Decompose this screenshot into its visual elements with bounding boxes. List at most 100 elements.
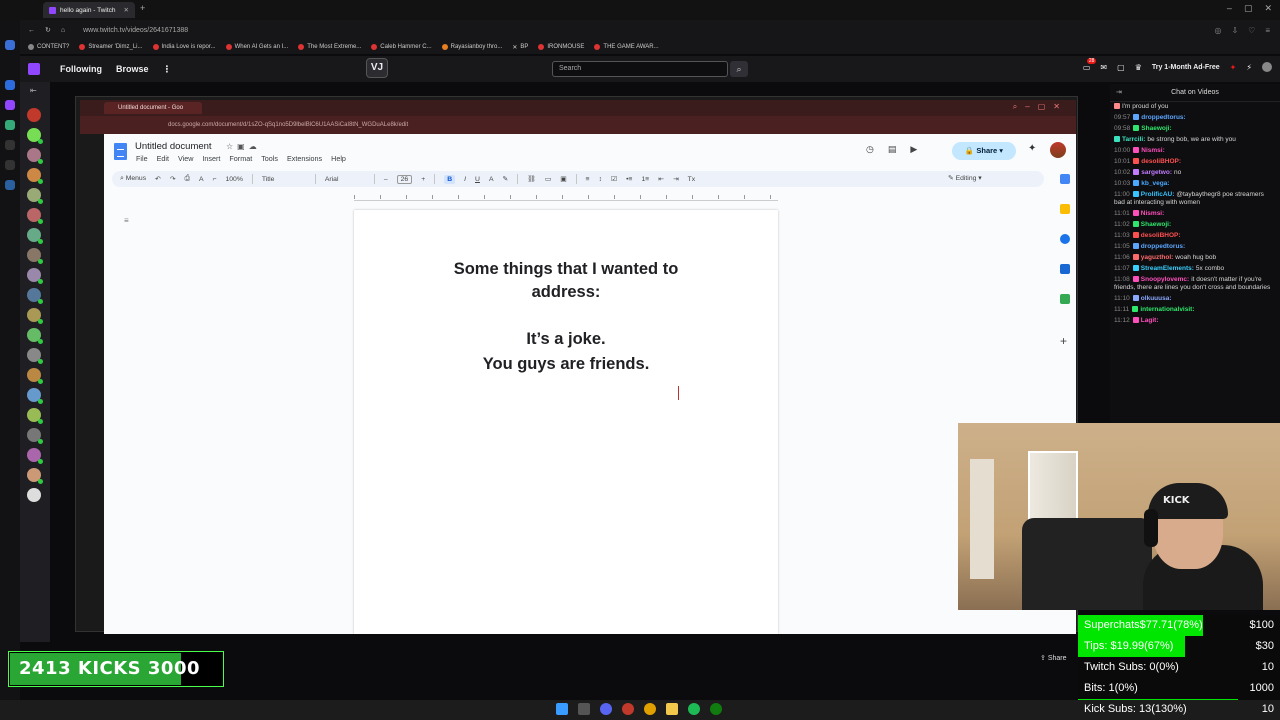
xbox-icon[interactable] xyxy=(710,703,722,715)
history-icon[interactable] xyxy=(5,160,15,170)
channel-avatar[interactable] xyxy=(27,148,43,164)
browser-tab-twitch[interactable]: hello again - Twitch ✕ xyxy=(43,2,135,18)
font-size-input[interactable]: 26 xyxy=(396,174,413,184)
menu-insert[interactable]: Insert xyxy=(202,154,220,163)
numbered-list-icon[interactable]: 1≡ xyxy=(642,176,650,183)
channel-avatar[interactable] xyxy=(27,488,41,502)
align-icon[interactable]: ≡ xyxy=(586,176,590,183)
print-icon[interactable]: ⎙ xyxy=(185,175,190,183)
calendar-icon[interactable] xyxy=(1060,174,1070,184)
twitch-sidebar-icon[interactable] xyxy=(5,100,15,110)
channel-avatar[interactable] xyxy=(27,248,43,264)
chrome-icon[interactable] xyxy=(644,703,656,715)
menu-file[interactable]: File xyxy=(136,154,148,163)
prime-icon[interactable]: ✦ xyxy=(1230,63,1237,72)
keep-icon[interactable] xyxy=(1060,204,1070,214)
highlight-icon[interactable]: ✎ xyxy=(502,175,508,183)
ad-free-button[interactable]: Try 1-Month Ad-Free xyxy=(1152,64,1220,71)
settings-icon[interactable] xyxy=(5,180,15,190)
bookmark-item[interactable]: The Most Extreme... xyxy=(298,44,361,50)
channel-avatar[interactable] xyxy=(27,168,43,184)
chat-username[interactable]: sargetwo: xyxy=(1141,169,1172,176)
clear-format-icon[interactable]: Tx xyxy=(688,176,696,183)
nav-more-icon[interactable]: ⋮ xyxy=(163,64,172,75)
font-size-decrease[interactable]: – xyxy=(384,176,388,183)
channel-avatar[interactable] xyxy=(27,188,43,204)
channel-avatar[interactable] xyxy=(27,468,43,484)
chat-username[interactable]: ProlificAU: xyxy=(1141,191,1175,198)
chat-username[interactable]: Shaewoji: xyxy=(1141,125,1171,132)
bits-icon[interactable]: ⚡ xyxy=(1246,63,1252,72)
channel-avatar[interactable] xyxy=(27,348,43,364)
add-addon-icon[interactable]: + xyxy=(1060,334,1067,348)
channel-avatar[interactable] xyxy=(27,408,43,424)
document-title[interactable]: Untitled document xyxy=(135,141,212,152)
avatar[interactable] xyxy=(1050,142,1066,158)
chat-username[interactable]: internationalvisit: xyxy=(1140,306,1194,313)
chat-username[interactable]: kb_vega: xyxy=(1141,180,1169,187)
channel-avatar[interactable] xyxy=(27,128,43,144)
bookmark-item[interactable]: IRONMOUSE xyxy=(538,44,584,50)
italic-button[interactable]: I xyxy=(464,176,466,183)
redo-icon[interactable]: ↷ xyxy=(170,175,176,183)
nav-browse[interactable]: Browse xyxy=(116,64,149,74)
nav-following[interactable]: Following xyxy=(60,64,102,74)
chat-username[interactable]: olkuuusa: xyxy=(1141,295,1172,302)
aria-icon[interactable] xyxy=(5,40,15,50)
outline-icon[interactable]: ≡ xyxy=(124,216,129,225)
chat-username[interactable]: StreamElements: xyxy=(1141,265,1194,272)
vj-logo[interactable]: VJ xyxy=(366,58,388,78)
chat-username[interactable]: desoliBHOP: xyxy=(1141,232,1181,239)
zoom-select[interactable]: 100% xyxy=(225,176,242,183)
gemini-icon[interactable]: ✦ xyxy=(1028,143,1036,154)
file-explorer-icon[interactable] xyxy=(666,703,678,715)
download-icon[interactable]: ⇩ xyxy=(1231,26,1238,35)
new-tab-icon[interactable]: + xyxy=(140,3,145,13)
minimize-icon[interactable]: – xyxy=(1227,3,1232,14)
channel-avatar[interactable] xyxy=(27,268,43,284)
search-icon[interactable]: ⌕ xyxy=(730,61,748,77)
add-comment-icon[interactable]: ▭ xyxy=(545,175,551,183)
search-menus[interactable]: ⌕ Menus xyxy=(120,175,146,183)
collapse-chat-icon[interactable]: ⇥ xyxy=(1116,84,1122,102)
inbox-icon[interactable]: ✉ xyxy=(1100,63,1107,72)
share-button[interactable]: 🔒 Share ▾ xyxy=(952,142,1016,160)
discord-icon[interactable] xyxy=(600,703,612,715)
meet-icon[interactable]: ▶ xyxy=(910,144,917,155)
bookmark-item[interactable]: Streamer 'Dimz_Li... xyxy=(79,44,143,50)
bold-button[interactable]: B xyxy=(444,174,456,184)
document-page[interactable]: Some things that I wanted to address: It… xyxy=(354,210,778,634)
font-select[interactable]: Arial xyxy=(325,176,365,183)
font-size-increase[interactable]: + xyxy=(421,176,425,183)
contacts-icon[interactable] xyxy=(1060,264,1070,274)
paint-format-icon[interactable]: ⌐ xyxy=(213,176,217,183)
bookmark-item[interactable]: India Love is repor... xyxy=(152,44,216,50)
link-icon[interactable]: ⛓ xyxy=(527,175,536,183)
menu-tools[interactable]: Tools xyxy=(261,154,278,163)
undo-icon[interactable]: ↶ xyxy=(155,175,161,183)
channel-avatar[interactable] xyxy=(27,208,43,224)
search-icon[interactable] xyxy=(578,703,590,715)
menu-extensions[interactable]: Extensions xyxy=(287,154,322,163)
channel-avatar[interactable] xyxy=(27,108,41,122)
menu-help[interactable]: Help xyxy=(331,154,346,163)
indent-increase-icon[interactable]: ⇥ xyxy=(673,175,679,183)
bookmark-item[interactable]: THE GAME AWAR... xyxy=(594,44,659,50)
checklist-icon[interactable]: ☑ xyxy=(611,175,617,183)
close-icon[interactable]: ✕ xyxy=(1264,3,1272,14)
chat-username[interactable]: Lagit: xyxy=(1141,317,1159,324)
chat-username[interactable]: desoliBHOP: xyxy=(1141,158,1181,165)
channel-avatar[interactable] xyxy=(27,328,43,344)
chat-username[interactable]: droppedtorus: xyxy=(1141,243,1185,250)
star-move-cloud-icons[interactable]: ☆▣☁ xyxy=(226,142,261,151)
channel-avatar[interactable] xyxy=(27,288,43,304)
bookmark-item[interactable]: CONTENT? xyxy=(28,44,69,50)
channel-avatar[interactable] xyxy=(27,448,43,464)
reload-icon[interactable]: ↻ xyxy=(45,26,51,34)
heart-icon[interactable] xyxy=(5,140,15,150)
collapse-icon[interactable]: ⇤ xyxy=(30,86,37,95)
channel-avatar[interactable] xyxy=(27,368,43,384)
crown-icon[interactable]: ♛ xyxy=(1135,63,1142,72)
bookmark-item[interactable]: ✕ BP xyxy=(512,44,528,51)
windows-start-icon[interactable] xyxy=(556,703,568,715)
